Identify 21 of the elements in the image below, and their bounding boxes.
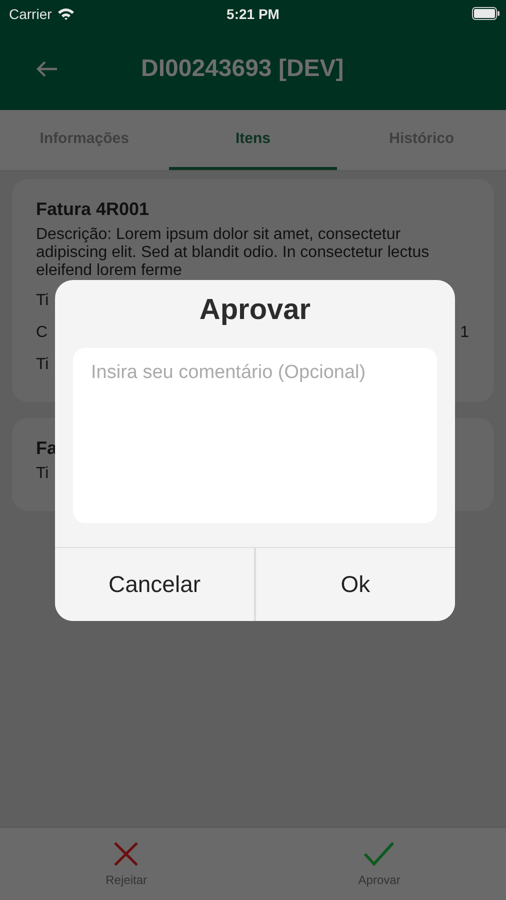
- dialog-title: Aprovar: [199, 294, 311, 328]
- checkmark-icon: [363, 841, 396, 867]
- comment-field[interactable]: Insira seu comentário (Opcional): [73, 348, 437, 523]
- field-label: C: [36, 324, 48, 342]
- card-title: Fatura 4R001: [36, 199, 150, 220]
- approve-button[interactable]: Aprovar: [338, 828, 420, 900]
- tab[interactable]: Itens: [168, 110, 338, 170]
- ok-button[interactable]: Ok: [254, 548, 455, 621]
- wifi-icon: [56, 7, 75, 20]
- card-description: Descrição: Lorem ipsum dolor sit amet, consectetur adipiscing elit. Sed at blandit odio. In consectetur lectus eleifend lorem ferme: [36, 226, 430, 280]
- field-label: Ti: [36, 292, 49, 310]
- close-icon: [113, 841, 140, 867]
- reject-button[interactable]: Rejeitar: [86, 828, 167, 900]
- back-arrow-icon[interactable]: [36, 60, 58, 78]
- page-title: DI00243693 [DEV]: [141, 54, 344, 82]
- carrier-label: Carrier: [9, 6, 52, 22]
- status-time: 5:21 PM: [226, 6, 280, 22]
- field-label: Ti: [36, 356, 49, 374]
- field-value: 1: [460, 324, 469, 342]
- battery-icon: [472, 7, 500, 20]
- field-label: Ti: [36, 465, 49, 483]
